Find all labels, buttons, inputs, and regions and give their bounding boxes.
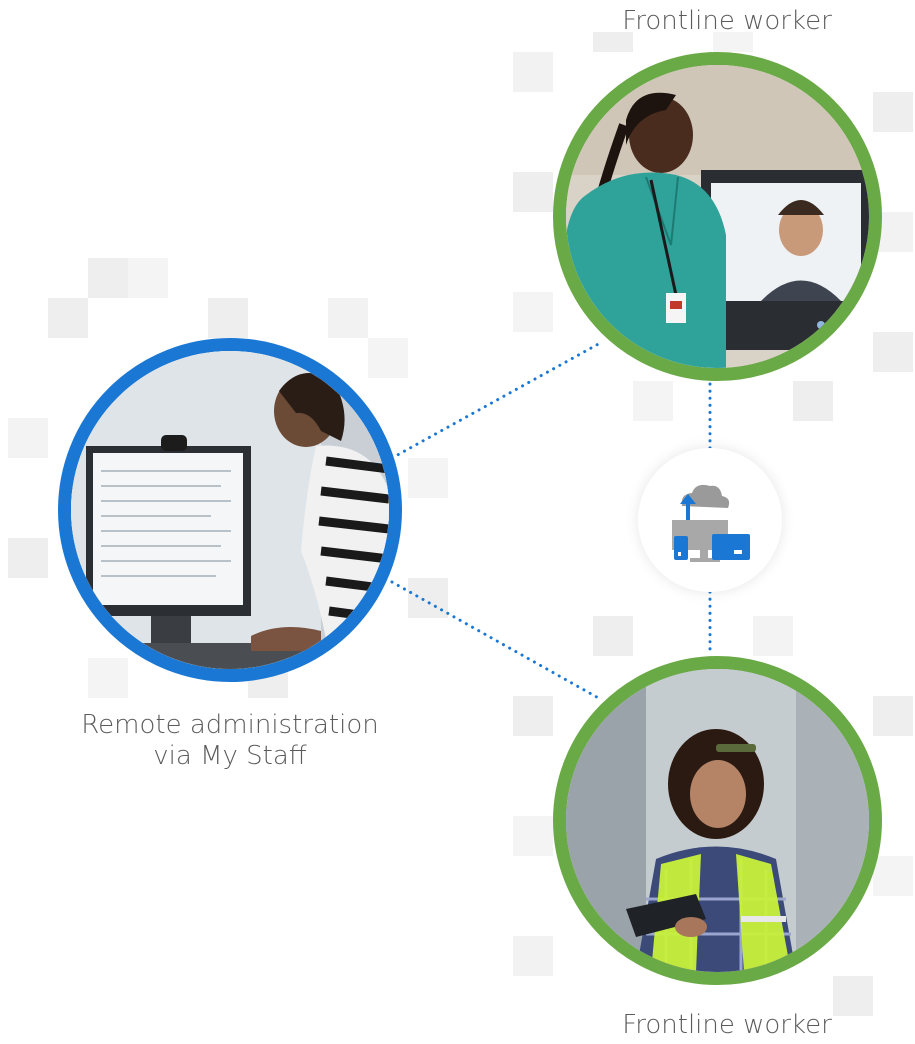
admin-photo [58, 338, 402, 682]
device-management-hub [638, 448, 782, 592]
frontline-worker-bottom-photo [553, 656, 882, 985]
frontline-worker-top-caption: Frontline worker [622, 6, 832, 36]
connector-admin-to-top-worker [390, 340, 604, 460]
remote-admin-caption: Remote administration via My Staff [40, 710, 420, 772]
frontline-worker-bottom-caption: Frontline worker [622, 1010, 832, 1040]
frontline-worker-top-photo [553, 52, 882, 381]
cloud-upload-devices-icon [672, 484, 750, 562]
connector-admin-to-bottom-worker [390, 580, 604, 702]
remote-admin-caption-line1: Remote administration [81, 710, 379, 740]
remote-admin-caption-line2: via My Staff [153, 741, 307, 771]
